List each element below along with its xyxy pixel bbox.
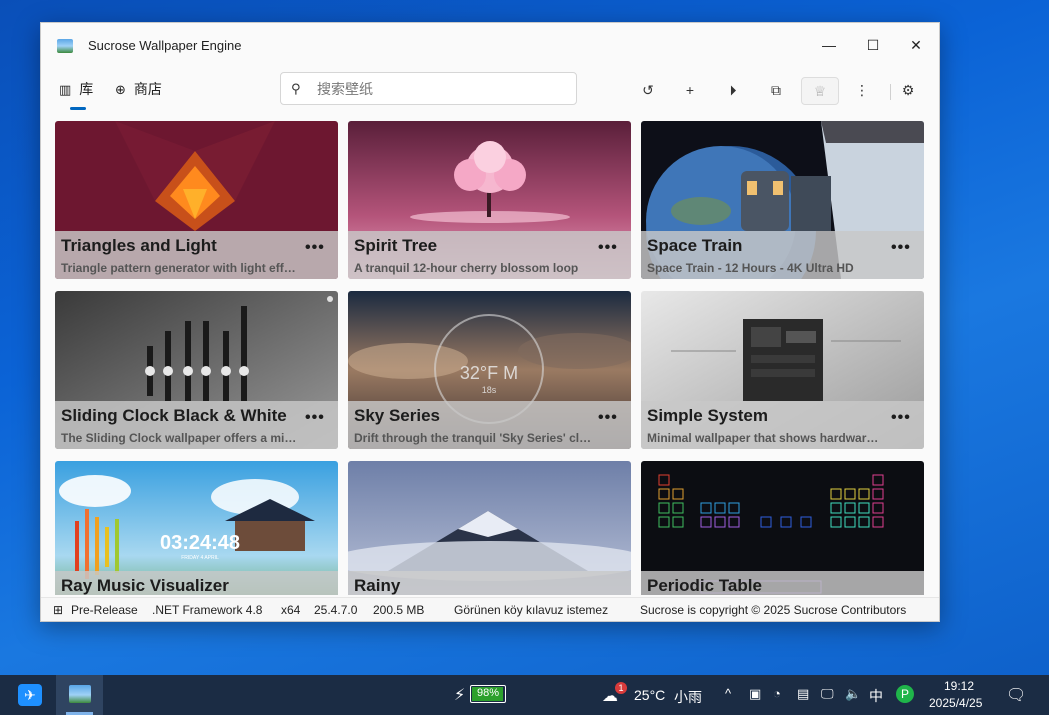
minimize-button[interactable]: — <box>807 29 851 61</box>
library-icon: ▥ <box>59 82 72 97</box>
status-copyright: Sucrose is copyright © 2025 Sucrose Cont… <box>640 603 907 617</box>
store-icon: ⊕ <box>115 82 126 97</box>
title-bar[interactable]: Sucrose Wallpaper Engine — ☐ ✕ <box>41 23 939 67</box>
wallpaper-app-icon <box>69 685 91 703</box>
card-title: Space Train <box>647 236 743 255</box>
app-window: Sucrose Wallpaper Engine — ☐ ✕ ▥ 库 ⊕ 商店 ⚲ … <box>40 22 940 622</box>
wallpaper-card[interactable]: Triangles and Light Triangle pattern gen… <box>55 121 338 279</box>
status-memory: 200.5 MB <box>373 603 425 617</box>
card-description: The Sliding Clock wallpaper offers a min… <box>61 431 299 445</box>
status-channel: Pre-Release <box>71 603 138 617</box>
tab-store-label: 商店 <box>133 81 162 97</box>
weather-temperature[interactable]: 25°C <box>634 687 665 703</box>
status-bar: ⊞ Pre-Release .NET Framework 4.8 x64 25.… <box>41 597 939 621</box>
volume-icon[interactable]: 🔈 <box>845 686 861 702</box>
battery-indicator[interactable]: 98% <box>470 685 506 703</box>
wallpaper-card[interactable]: Simple System Minimal wallpaper that sho… <box>641 291 924 449</box>
weather-condition[interactable]: 小雨 <box>674 687 702 707</box>
card-description: Minimal wallpaper that shows hardware in… <box>647 431 885 445</box>
notification-icon[interactable]: 🗨 <box>1006 685 1026 705</box>
wallpaper-card[interactable]: Rainy <box>348 461 631 595</box>
ime-indicator[interactable]: 中 <box>869 686 883 706</box>
thumbnail-clock-text: 03:24:48 <box>160 532 240 554</box>
search-input[interactable] <box>315 78 569 100</box>
card-title: Ray Music Visualizer <box>61 576 229 595</box>
status-version: 25.4.7.0 <box>314 603 358 617</box>
card-title: Periodic Table <box>647 576 762 595</box>
card-description: A tranquil 12-hour cherry blossom loop <box>354 261 579 275</box>
clock-time[interactable]: 19:12 <box>944 679 974 693</box>
card-more-button[interactable]: ••• <box>305 409 325 427</box>
display-icon[interactable]: 🖵 <box>821 686 834 702</box>
more-options-button[interactable]: ⋮ <box>849 79 875 101</box>
search-icon: ⚲ <box>291 81 301 96</box>
thumbnail-date-text: FRIDAY 4 APRIL <box>181 555 219 561</box>
close-button[interactable]: ✕ <box>894 29 938 61</box>
tab-library[interactable]: ▥ 库 <box>59 79 93 99</box>
green-app-icon[interactable]: P <box>896 685 914 703</box>
search-box[interactable]: ⚲ <box>280 72 577 105</box>
grid-icon: ⊞ <box>53 603 64 617</box>
status-framework: .NET Framework 4.8 <box>152 603 263 617</box>
wallpaper-card[interactable]: Sliding Clock Black & White The Sliding … <box>55 291 338 449</box>
wallpaper-grid: Triangles and Light Triangle pattern gen… <box>55 121 925 595</box>
taskbar: ✈ ⚡ 98% ☁ 1 25°C 小雨 ^ ▣ ◔ ▤ 🖵 🔈 中 P 19:1… <box>0 675 1049 715</box>
card-title: Triangles and Light <box>61 236 217 255</box>
card-title: Simple System <box>647 406 768 425</box>
history-button[interactable]: ↺ <box>635 79 661 101</box>
wallpaper-card[interactable]: 03:24:48 FRIDAY 4 APRIL Ray Music Visual… <box>55 461 338 595</box>
plug-icon: ⚡ <box>454 687 466 704</box>
wallpaper-card[interactable]: 32°F M 18s Sky Series Drift through the … <box>348 291 631 449</box>
storage-icon[interactable]: ▤ <box>797 686 809 702</box>
toolbar: ▥库 ⊕商店 ⚲ ↺ + ⏵ ⧉ ♕ ⋮ ⚙ <box>41 67 939 115</box>
wallpaper-card[interactable]: Periodic Table <box>641 461 924 595</box>
bird-app-icon[interactable]: ✈ <box>18 684 42 706</box>
card-more-button[interactable]: ••• <box>891 239 911 257</box>
tray-app-icon[interactable]: ▣ <box>749 686 761 702</box>
card-more-button[interactable]: ••• <box>305 239 325 257</box>
weather-alert-badge: 1 <box>615 682 627 694</box>
card-title: Spirit Tree <box>354 236 438 255</box>
wallpaper-card[interactable]: Spirit Tree A tranquil 12-hour cherry bl… <box>348 121 631 279</box>
add-button[interactable]: + <box>677 79 703 101</box>
card-title: Sliding Clock Black & White <box>61 406 287 425</box>
wallpaper-card[interactable]: Space Train Space Train - 12 Hours - 4K … <box>641 121 924 279</box>
card-description: Drift through the tranquil 'Sky Series' … <box>354 431 592 445</box>
thumbnail-clock-subtext: 18s <box>482 385 497 395</box>
card-more-button[interactable]: ••• <box>598 409 618 427</box>
network-icon[interactable]: ◔ <box>773 686 781 701</box>
card-description: Space Train - 12 Hours - 4K Ultra HD <box>647 261 854 275</box>
window-title: Sucrose Wallpaper Engine <box>88 38 242 53</box>
card-more-button[interactable]: ••• <box>598 239 618 257</box>
status-quote: Görünen köy kılavuz istemez <box>454 603 609 617</box>
maximize-button[interactable]: ☐ <box>851 29 895 61</box>
display-button[interactable]: ⧉ <box>763 79 789 101</box>
trophy-button[interactable]: ♕ <box>801 77 839 105</box>
card-more-button[interactable]: ••• <box>891 409 911 427</box>
tab-library-label: 库 <box>79 81 94 97</box>
battery-percent: 98% <box>476 687 500 699</box>
toolbar-divider <box>890 84 891 100</box>
card-description: Triangle pattern generator with light ef… <box>61 261 299 275</box>
play-button[interactable]: ⏵ <box>720 79 746 101</box>
card-title: Rainy <box>354 576 401 595</box>
card-title: Sky Series <box>354 406 441 425</box>
clock-date[interactable]: 2025/4/25 <box>929 696 982 710</box>
chevron-up-icon[interactable]: ^ <box>725 686 731 701</box>
active-app-tile[interactable] <box>56 675 103 715</box>
active-tab-indicator <box>70 107 86 110</box>
settings-button[interactable]: ⚙ <box>895 79 921 101</box>
status-architecture: x64 <box>281 603 301 617</box>
thumbnail-clock-text: 32°F M <box>460 363 518 383</box>
tab-store[interactable]: ⊕ 商店 <box>115 79 162 99</box>
app-logo-icon <box>57 39 73 53</box>
